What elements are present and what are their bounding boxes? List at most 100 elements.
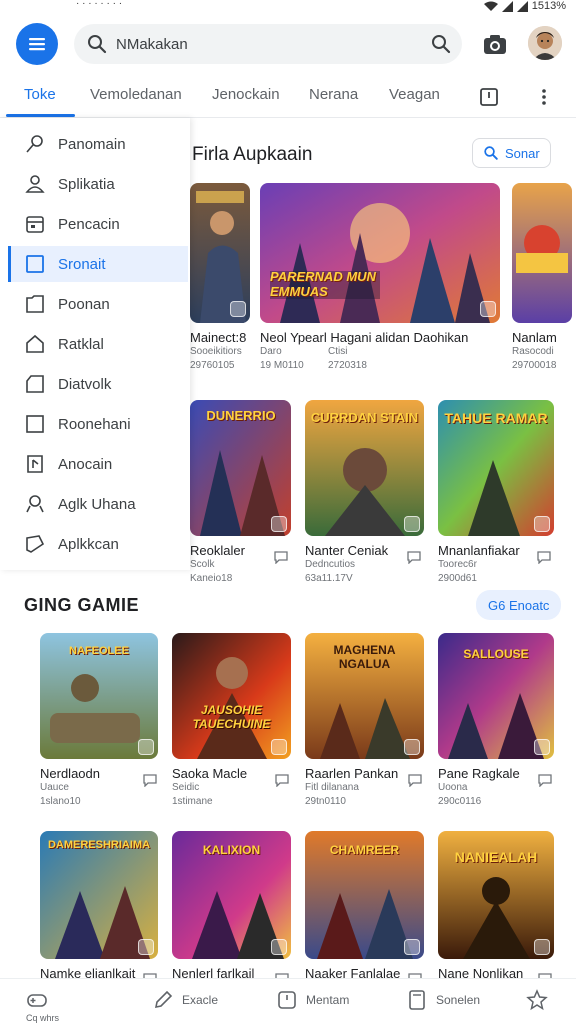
game-title: Neol Ypearl Hagani alidan Daohikan (260, 330, 469, 345)
shelf-icon (26, 375, 44, 393)
drawer-item-label: Roonehani (58, 415, 131, 433)
game-meta: 29tn0110 (305, 796, 346, 807)
chat-icon[interactable] (274, 773, 290, 787)
drawer-item-ratklal[interactable]: Ratklal (8, 326, 188, 362)
chat-icon[interactable] (142, 773, 158, 787)
drawer-item-label: Ratklal (58, 335, 104, 353)
expand-icon (271, 939, 287, 955)
expand-icon (138, 939, 154, 955)
tab-active-indicator (6, 114, 75, 117)
drawer-item-label: Sronait (58, 255, 106, 273)
edit-icon (154, 990, 173, 1009)
game-meta: Scolk (190, 559, 215, 570)
drawer-item-anocain[interactable]: Anocain (8, 446, 188, 482)
tab-veagan[interactable]: Veagan (389, 86, 440, 103)
chat-icon[interactable] (407, 773, 423, 787)
sonar-button[interactable]: Sonar (472, 138, 551, 168)
bookmark-icon[interactable] (478, 86, 500, 108)
expand-icon (534, 939, 550, 955)
game-art-title: JAUSOHIE TAUECHUINE (192, 703, 271, 731)
see-more-button[interactable]: G6 Enoatc (476, 590, 562, 620)
hamburger-icon (29, 38, 45, 51)
tab-bar: Toke Vemoledanan Jenockain Nerana Veagan (0, 80, 576, 118)
menu-button[interactable] (16, 23, 58, 65)
game-meta: 29700018 (512, 360, 557, 371)
chat-icon[interactable] (406, 550, 422, 564)
nav-item-favorites[interactable] (526, 989, 548, 1011)
chat-icon[interactable] (537, 773, 553, 787)
nav-item-exacle[interactable]: Exacle (152, 989, 218, 1011)
nav-item-mentam[interactable]: Mentam (276, 989, 349, 1011)
expand-icon (404, 939, 420, 955)
game-meta: 2900d61 (438, 573, 477, 584)
nav-item-label: Sonelen (436, 993, 481, 1007)
nav-item-games[interactable]: Cq whrs (26, 989, 59, 1023)
nav-item-sonelen[interactable]: Sonelen (406, 989, 480, 1011)
search-icon (484, 146, 498, 160)
drawer-item-poonan[interactable]: Poonan (8, 286, 188, 322)
sonar-button-label: Sonar (505, 145, 540, 161)
game-title: Nanter Ceniak (305, 543, 389, 558)
search-submit-icon[interactable] (430, 33, 452, 55)
drawer-item-label: Panomain (58, 135, 126, 153)
game-meta: Fitl dilanana (305, 782, 359, 793)
drawer-item-aglk-uhana[interactable]: Aglk Uhana (8, 486, 188, 522)
drawer-item-aplkkcan[interactable]: Aplkkcan (8, 526, 188, 562)
tab-vemoledanan[interactable]: Vemoledanan (90, 86, 182, 103)
signal-icon (501, 0, 513, 12)
drawer-item-label: Diatvolk (58, 375, 112, 393)
game-meta: Rasocodi (512, 346, 554, 357)
top-app-bar (0, 20, 576, 70)
game-meta: Ctisi (328, 346, 348, 357)
more-vert-icon[interactable] (533, 86, 555, 108)
game-meta: Daro (260, 346, 282, 357)
chat-icon[interactable] (536, 550, 552, 564)
tag-icon (26, 535, 45, 553)
expand-icon (534, 516, 550, 532)
game-meta: 63a11.17V (305, 573, 353, 584)
square-icon (26, 255, 44, 273)
expand-icon (271, 739, 287, 755)
search-input[interactable] (116, 35, 416, 53)
expand-icon (230, 301, 246, 317)
section-title: Firla Aupkaain (192, 144, 313, 165)
chat-icon[interactable] (273, 550, 289, 564)
game-art-title: NAFEOLEE (69, 645, 129, 657)
game-title: Reoklaler (190, 543, 245, 558)
avatar[interactable] (528, 26, 562, 60)
drawer-item-label: Poonan (58, 295, 110, 313)
game-art-title: CURRDAN STAIN (310, 410, 419, 425)
drawer-item-sronait[interactable]: Sronait (8, 246, 188, 282)
game-art-title: NANIEALAH (454, 849, 538, 865)
home-icon (26, 334, 44, 353)
status-left: · · · · · · · · (76, 0, 123, 9)
nav-item-label: Cq whrs (26, 1013, 60, 1023)
clock-icon (278, 991, 296, 1009)
tab-toke[interactable]: Toke (24, 86, 56, 103)
status-indicators: 1513% (483, 0, 566, 12)
expand-icon (138, 739, 154, 755)
game-art (512, 183, 572, 323)
game-meta: Uoona (438, 782, 468, 793)
drawer-item-panomain[interactable]: Panomain (8, 126, 188, 162)
game-meta: 1slano10 (40, 796, 81, 807)
drawer-item-diatvolk[interactable]: Diatvolk (8, 366, 188, 402)
game-meta: 19 M0110 (260, 360, 304, 371)
game-art (260, 183, 500, 323)
drawer-item-roonehani[interactable]: Roonehani (8, 406, 188, 442)
game-art-title: KALIXION (202, 843, 261, 857)
expand-icon (271, 516, 287, 532)
pin-icon (26, 135, 43, 153)
side-drawer: Panomain Splikatia Pencacin Sronait Poon… (0, 118, 190, 570)
game-meta: Dedncutios (305, 559, 356, 570)
camera-icon[interactable] (482, 32, 508, 58)
search-bar[interactable] (74, 24, 462, 64)
drawer-item-pencacin[interactable]: Pencacin (8, 206, 188, 242)
calendar-icon (26, 216, 44, 233)
game-meta: Seidic (172, 782, 200, 793)
drawer-item-splikatia[interactable]: Splikatia (8, 166, 188, 202)
tab-nerana[interactable]: Nerana (309, 86, 358, 103)
game-art-title: DUNERRIO (206, 408, 276, 423)
box-icon (26, 415, 44, 433)
tab-jenockain[interactable]: Jenockain (212, 86, 280, 103)
